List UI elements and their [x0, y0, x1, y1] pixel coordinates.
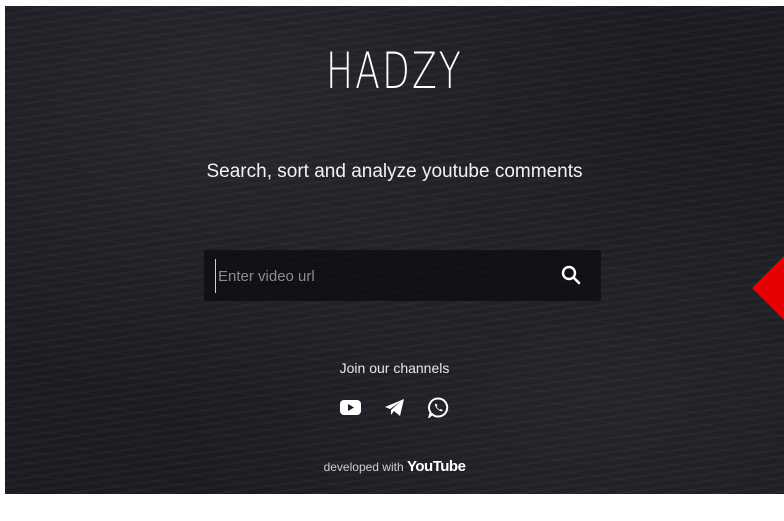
youtube-wordmark: YouTube	[406, 458, 466, 475]
site-logo-title[interactable]: HADZY	[114, 46, 675, 96]
search-form	[204, 250, 601, 301]
whatsapp-icon	[428, 397, 449, 418]
hero-section: HADZY Search, sort and analyze youtube c…	[5, 6, 784, 494]
tagline: Search, sort and analyze youtube comment…	[206, 161, 583, 182]
search-icon	[561, 265, 581, 285]
telegram-icon	[385, 398, 404, 416]
search-button[interactable]	[559, 263, 583, 287]
developed-with-footer: developed with YouTube	[5, 458, 784, 475]
video-url-input[interactable]	[215, 259, 540, 293]
whatsapp-channel-link[interactable]	[428, 396, 450, 418]
channels-heading: Join our channels	[339, 360, 450, 376]
footer-prefix: developed with	[323, 460, 404, 474]
youtube-icon	[340, 399, 361, 415]
telegram-channel-link[interactable]	[384, 396, 406, 418]
youtube-channel-link[interactable]	[340, 396, 362, 418]
channels-list	[5, 396, 784, 418]
red-arrow-marker	[752, 256, 784, 320]
